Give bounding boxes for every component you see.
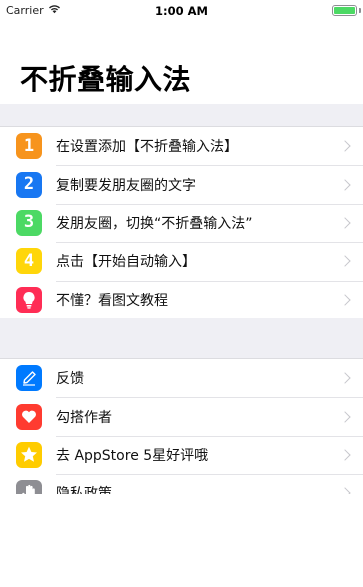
section-separator [0,318,363,358]
battery-icon [332,5,357,16]
list-item-label: 发朋友圈，切换“不折叠输入法” [56,215,253,232]
list-item-contact-author[interactable]: 勾搭作者 [0,397,363,435]
list-item-label: 勾搭作者 [56,409,112,426]
list-item-step-3[interactable]: 3 发朋友圈，切换“不折叠输入法” [0,203,363,242]
star-icon [16,441,42,468]
number-3-icon: 3 [16,209,42,236]
steps-list: 1 在设置添加【不折叠输入法】 2 复制要发朋友圈的文字 3 发朋友圈，切换“不… [0,126,363,320]
bottom-empty-area [0,494,363,587]
number-1-icon: 1 [16,133,42,160]
pen-icon [16,365,42,392]
chevron-right-icon [339,449,351,461]
list-item-label: 复制要发朋友圈的文字 [56,177,196,194]
list-item-step-1[interactable]: 1 在设置添加【不折叠输入法】 [0,127,363,165]
lightbulb-icon [16,286,42,313]
number-4-icon: 4 [16,248,42,275]
chevron-right-icon [339,294,351,306]
chevron-right-icon [339,217,351,229]
list-item-label: 点击【开始自动输入】 [56,254,196,271]
list-item-label: 不懂？看图文教程 [56,292,168,309]
more-list: 反馈 勾搭作者 去 AppStore 5星好评哦 隐私政策 [0,358,363,514]
page-title: 不折叠输入法 [20,63,192,96]
chevron-right-icon [339,178,351,191]
list-item-step-4[interactable]: 4 点击【开始自动输入】 [0,242,363,280]
list-item-label: 在设置添加【不折叠输入法】 [56,139,238,156]
list-item-feedback[interactable]: 反馈 [0,359,363,397]
chevron-right-icon [339,255,351,268]
list-item-rate-app[interactable]: 去 AppStore 5星好评哦 [0,435,363,474]
list-item-label: 反馈 [56,371,84,388]
chevron-right-icon [339,410,351,423]
number-2-icon: 2 [16,171,42,198]
list-item-label: 去 AppStore 5星好评哦 [56,447,209,464]
list-item-tutorial[interactable]: 不懂？看图文教程 [0,280,363,319]
chevron-right-icon [339,372,351,384]
section-separator [0,104,363,126]
status-bar: Carrier 1:00 AM [0,0,363,20]
list-item-step-2[interactable]: 2 复制要发朋友圈的文字 [0,165,363,203]
status-time: 1:00 AM [155,4,208,18]
chevron-right-icon [339,140,351,152]
heart-icon [16,403,42,430]
